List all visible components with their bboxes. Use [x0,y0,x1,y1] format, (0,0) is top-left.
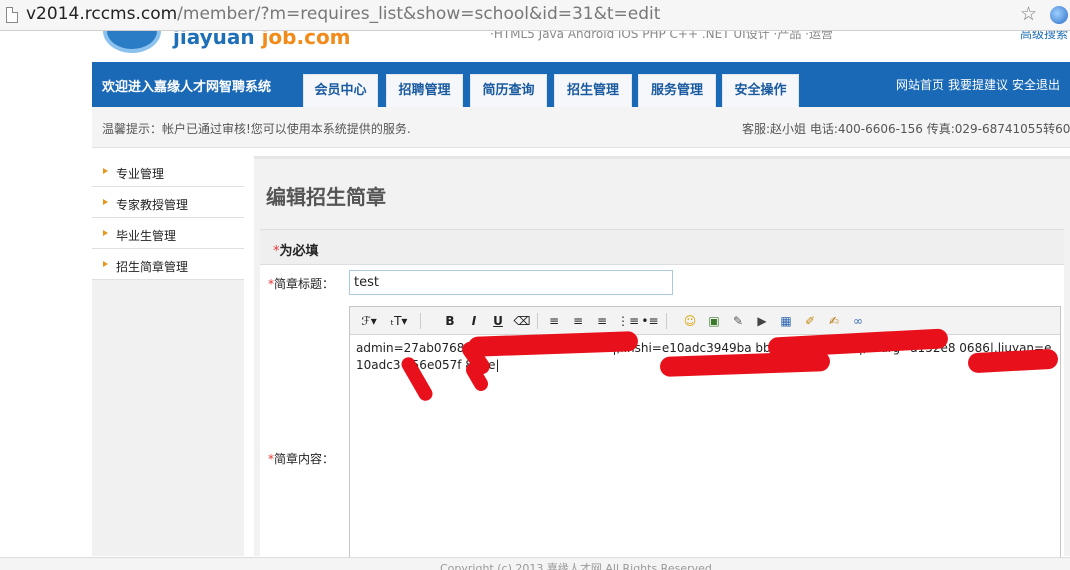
link-icon[interactable]: ∞ [849,312,867,330]
tab-enrollment[interactable]: 招生管理 [554,74,632,107]
required-note-bar: *为必填 [260,229,1064,265]
page-icon [6,7,18,23]
media-icon[interactable]: ▶ [753,312,771,330]
emoticon-icon[interactable]: ☺ [681,312,699,330]
arrow-right-icon [103,167,111,175]
logo-icon[interactable] [103,31,161,53]
tab-services[interactable]: 服务管理 [638,74,716,107]
sidebar-item-majors[interactable]: 专业管理 [92,156,244,187]
browser-address-bar[interactable]: v2014.rccms.com/member/?m=requires_list&… [0,0,1070,31]
page-title: 编辑招生简章 [266,185,386,209]
sidebar-item-enrollment-brochures[interactable]: 招生简章管理 [92,249,244,280]
image-icon[interactable]: ▣ [705,312,723,330]
italic-button[interactable]: I [465,312,483,330]
font-family-button[interactable]: ℱ▾ [358,312,380,330]
url-text[interactable]: v2014.rccms.com/member/?m=requires_list&… [26,4,660,24]
unordered-list-icon[interactable]: •≡ [641,312,659,330]
notice-message: 温馨提示：帐户已通过审核!您可以使用本系统提供的服务. [102,122,411,136]
font-size-button[interactable]: ₜT▾ [386,312,412,330]
sidebar-item-label: 招生简章管理 [116,260,189,274]
rich-text-editor[interactable]: ℱ▾ ₜT▾ B I U ⌫ ≡ ≡ ≡ ⋮≡ •≡ ☺ ▣ ✎ ▶ ▦ ✐ ✍… [349,306,1061,566]
main-nav-bar: 欢迎进入嘉缘人才网智聘系统 会员中心 招聘管理 简历查询 招生管理 服务管理 安… [92,62,1070,107]
bookmark-star-icon[interactable]: ☆ [1020,3,1037,25]
content-label: *简章内容： [268,452,335,466]
toolbar-separator [420,313,421,329]
sidebar-item-graduates[interactable]: 毕业生管理 [92,218,244,249]
paste-word-icon[interactable]: ✍ [825,312,843,330]
sidebar-item-label: 专家教授管理 [116,198,189,212]
align-right-icon[interactable]: ≡ [593,312,611,330]
tab-security[interactable]: 安全操作 [722,74,799,107]
sidebar: 专业管理 专家教授管理 毕业生管理 招生简章管理 [92,156,244,556]
site-header: jiayuan job.com ·HTML5 Java Android iOS … [0,31,1070,62]
logo-text[interactable]: jiayuan job.com [173,31,351,49]
tab-recruitment[interactable]: 招聘管理 [386,74,463,107]
home-link[interactable]: 网站首页 [896,78,944,92]
arrow-right-icon [103,229,111,237]
table-icon[interactable]: ▦ [777,312,795,330]
toolbar-separator [537,313,538,329]
logout-link[interactable]: 安全退出 [1012,78,1060,92]
nav-right-links: 网站首页 我要提建议 安全退出 [892,76,1060,93]
align-center-icon[interactable]: ≡ [569,312,587,330]
system-title: 欢迎进入嘉缘人才网智聘系统 [102,80,272,95]
bold-button[interactable]: B [441,312,459,330]
sidebar-item-professors[interactable]: 专家教授管理 [92,187,244,218]
eraser-icon[interactable]: ⌫ [513,312,531,330]
tab-resume-search[interactable]: 简历查询 [470,74,547,107]
arrow-right-icon [103,198,111,206]
edit-form: *简章标题： test *简章内容： ℱ▾ ₜT▾ B I U ⌫ ≡ ≡ ≡ … [260,265,1064,566]
toolbar-separator [666,313,667,329]
title-input[interactable]: test [349,270,673,295]
copyright-text: Copyright (c) 2013 嘉缘人才网 All Rights Rese… [440,562,712,570]
ordered-list-icon[interactable]: ⋮≡ [617,312,639,330]
sidebar-item-label: 专业管理 [116,167,165,181]
advanced-search-link[interactable]: 高级搜索 [1020,31,1068,42]
footer: Copyright (c) 2013 嘉缘人才网 All Rights Rese… [0,557,1070,570]
arrow-right-icon [103,260,111,268]
main-panel: 编辑招生简章 *为必填 *简章标题： test *简章内容： ℱ▾ ₜT▾ B … [254,156,1070,566]
editor-toolbar: ℱ▾ ₜT▾ B I U ⌫ ≡ ≡ ≡ ⋮≡ •≡ ☺ ▣ ✎ ▶ ▦ ✐ ✍… [350,307,1060,335]
underline-button[interactable]: U [489,312,507,330]
required-note: *为必填 [273,244,319,259]
flash-icon[interactable]: ✎ [729,312,747,330]
title-label: *简章标题： [268,277,335,291]
top-category-links[interactable]: ·HTML5 Java Android iOS PHP C++ .NET UI设… [490,31,833,42]
suggest-link[interactable]: 我要提建议 [948,78,1008,92]
contact-info: 客服:赵小姐 电话:400-6606-156 传真:029-68741055转6… [742,122,1070,136]
clear-format-icon[interactable]: ✐ [801,312,819,330]
notice-bar: 温馨提示：帐户已通过审核!您可以使用本系统提供的服务. 客服:赵小姐 电话:40… [92,107,1070,148]
globe-icon[interactable] [1050,6,1068,24]
tab-member-center[interactable]: 会员中心 [303,74,378,107]
sidebar-item-label: 毕业生管理 [116,229,177,243]
align-left-icon[interactable]: ≡ [545,312,563,330]
